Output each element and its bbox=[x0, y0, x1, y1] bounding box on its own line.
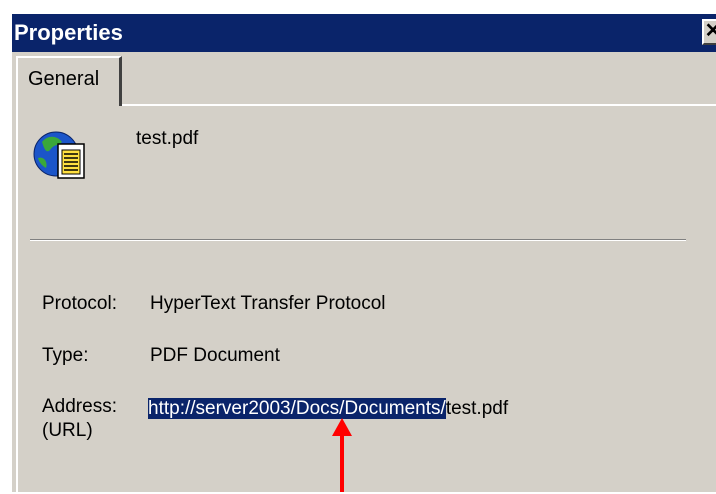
close-button[interactable]: ✕ bbox=[702, 19, 716, 45]
dialog-title: Properties bbox=[14, 20, 123, 45]
file-name: test.pdf bbox=[136, 128, 199, 149]
title-bar[interactable]: Properties ✕ bbox=[12, 14, 716, 52]
address-value[interactable]: http://server2003/Docs/Documents/test.pd… bbox=[148, 398, 508, 420]
address-unselected-text[interactable]: test.pdf bbox=[446, 398, 508, 419]
url-label: (URL) bbox=[42, 420, 93, 441]
tab-general-label: General bbox=[28, 68, 100, 90]
red-up-arrow-icon bbox=[332, 418, 352, 492]
address-selected-text[interactable]: http://server2003/Docs/Documents/ bbox=[148, 398, 446, 419]
internet-document-icon bbox=[33, 131, 85, 179]
tab-general[interactable]: General bbox=[16, 56, 122, 106]
close-icon: ✕ bbox=[704, 20, 716, 42]
separator-line bbox=[30, 239, 686, 241]
type-value: PDF Document bbox=[150, 345, 280, 366]
protocol-label: Protocol: bbox=[42, 293, 117, 314]
protocol-value: HyperText Transfer Protocol bbox=[150, 293, 386, 314]
address-label: Address: bbox=[42, 396, 117, 417]
type-label: Type: bbox=[42, 345, 89, 366]
